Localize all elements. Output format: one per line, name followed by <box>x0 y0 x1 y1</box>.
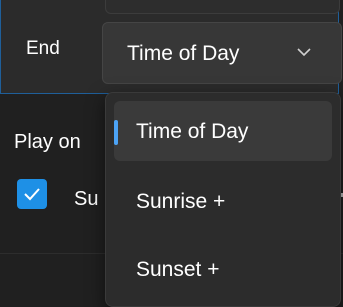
play-on-label: Play on <box>14 131 81 153</box>
option-label: Time of Day <box>136 120 249 143</box>
previous-control-edge[interactable] <box>105 0 340 14</box>
option-sunset[interactable]: Sunset + <box>114 239 332 299</box>
option-time-of-day[interactable]: Time of Day <box>114 101 332 161</box>
option-label: Sunrise + <box>136 190 226 213</box>
day-checkbox[interactable] <box>17 179 47 209</box>
end-type-options-menu: Time of Day Sunrise + Sunset + <box>105 92 341 307</box>
end-type-value: Time of Day <box>127 42 240 65</box>
chevron-down-icon <box>297 48 311 57</box>
option-sunrise[interactable]: Sunrise + <box>114 171 332 231</box>
day-checkbox-label: Su <box>74 188 99 210</box>
option-label: Sunset + <box>136 258 220 281</box>
checkmark-icon <box>24 188 40 201</box>
end-label: End <box>26 38 60 59</box>
selection-indicator <box>114 120 118 145</box>
end-setting-panel: End Time of Day <box>0 0 342 94</box>
end-type-dropdown[interactable]: Time of Day <box>102 22 342 84</box>
